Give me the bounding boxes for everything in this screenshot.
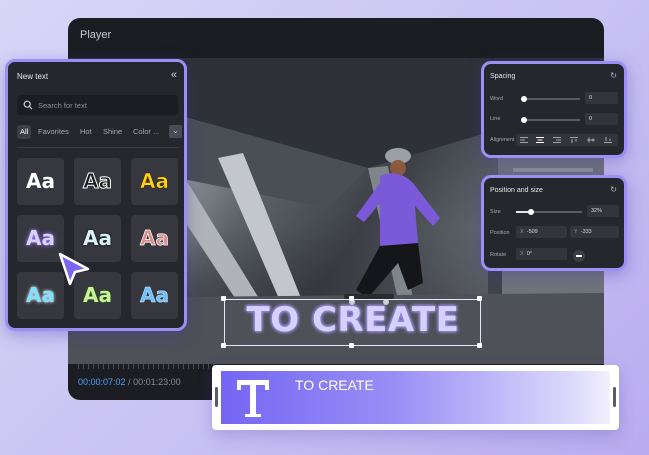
new-text-panel: New text « Search for text All Favorites… — [5, 59, 187, 331]
text-style-tile[interactable]: Aa — [131, 158, 178, 205]
align-top-icon[interactable] — [570, 137, 578, 143]
player-title: Player — [80, 29, 112, 41]
resize-handle[interactable] — [349, 343, 354, 348]
resize-handle[interactable] — [221, 296, 226, 301]
text-style-tile[interactable]: Aa — [131, 215, 178, 262]
y-axis-label: Y — [574, 229, 578, 235]
rotate-knob[interactable] — [573, 250, 585, 262]
divider — [17, 147, 178, 148]
align-center-icon[interactable] — [536, 137, 544, 143]
line-value[interactable]: 0 — [585, 113, 618, 125]
tab-hot[interactable]: Hot — [80, 125, 92, 139]
text-style-tile[interactable]: Aa — [17, 158, 64, 205]
panel-title: New text — [17, 72, 49, 81]
size-value[interactable]: 32% — [587, 205, 619, 217]
text-style-tile[interactable]: Aa — [131, 272, 178, 319]
position-label: Position — [490, 230, 510, 236]
x-axis-label: X — [520, 229, 524, 235]
trim-handle-left[interactable] — [215, 387, 218, 407]
search-placeholder: Search for text — [38, 101, 87, 110]
track-label: TO CREATE — [295, 377, 374, 393]
rotate-axis-label: X — [520, 251, 524, 257]
tab-favorites[interactable]: Favorites — [38, 125, 69, 139]
word-value[interactable]: 0 — [585, 92, 618, 104]
chevron-down-icon[interactable]: ⌄ — [169, 125, 182, 138]
collapse-icon[interactable]: « — [171, 69, 177, 81]
size-slider[interactable] — [516, 208, 582, 215]
resize-handle[interactable] — [477, 343, 482, 348]
position-x-field[interactable]: X -509 — [516, 226, 567, 238]
text-t-icon — [237, 380, 269, 417]
tab-color[interactable]: Color ... — [133, 125, 159, 139]
text-track-clip[interactable]: TO CREATE — [212, 365, 619, 430]
reset-icon[interactable]: ↻ — [610, 71, 617, 80]
search-input[interactable]: Search for text — [17, 95, 178, 115]
alignment-label: Alignment — [490, 137, 515, 143]
timeline-ruler[interactable] — [78, 363, 218, 369]
pointer-cursor-icon — [58, 252, 90, 286]
spacing-panel: Spacing ↻ Word 0 Line 0 Alignment — [481, 61, 627, 158]
reset-icon[interactable]: ↻ — [610, 185, 617, 194]
align-bottom-icon[interactable] — [604, 137, 612, 143]
y-value: -333 — [580, 229, 592, 235]
text-style-tile[interactable]: Aa — [74, 158, 121, 205]
style-tabs: All Favorites Hot Shine Color ... ⌄ — [17, 125, 187, 141]
slider-thumb[interactable] — [521, 95, 527, 102]
tab-all[interactable]: All — [17, 125, 32, 139]
line-slider[interactable] — [521, 116, 580, 123]
x-value: -509 — [526, 229, 538, 235]
panel-title: Position and size — [490, 187, 543, 194]
search-icon — [23, 100, 33, 110]
timecode-current: 00:00:07:02 — [78, 377, 126, 387]
slider-thumb[interactable] — [521, 116, 527, 123]
trim-handle-right[interactable] — [613, 387, 616, 407]
rotate-label: Rotate — [490, 252, 507, 258]
word-slider[interactable] — [521, 95, 580, 102]
rotate-value: 0° — [526, 251, 532, 257]
size-label: Size — [490, 209, 501, 215]
position-y-field[interactable]: Y -333 — [570, 226, 619, 238]
timecode-total: / 00:01:23:00 — [128, 377, 181, 387]
line-label: Line — [490, 116, 501, 122]
slider-thumb[interactable] — [527, 208, 534, 215]
position-size-panel: Position and size ↻ Size 32% Position X … — [481, 175, 627, 271]
timecode: 00:00:07:02 / 00:01:23:00 — [78, 377, 181, 387]
alignment-group — [516, 134, 618, 146]
panel-title: Spacing — [490, 73, 516, 80]
align-left-icon[interactable] — [520, 137, 528, 143]
align-right-icon[interactable] — [553, 137, 561, 143]
text-track-body[interactable]: TO CREATE — [221, 371, 610, 424]
rotate-field[interactable]: X 0° — [516, 248, 567, 260]
align-middle-icon[interactable] — [587, 137, 595, 143]
tab-shine[interactable]: Shine — [103, 125, 122, 139]
word-label: Word — [490, 96, 504, 102]
resize-handle[interactable] — [221, 343, 226, 348]
caption-text[interactable]: TO CREATE — [228, 300, 478, 340]
